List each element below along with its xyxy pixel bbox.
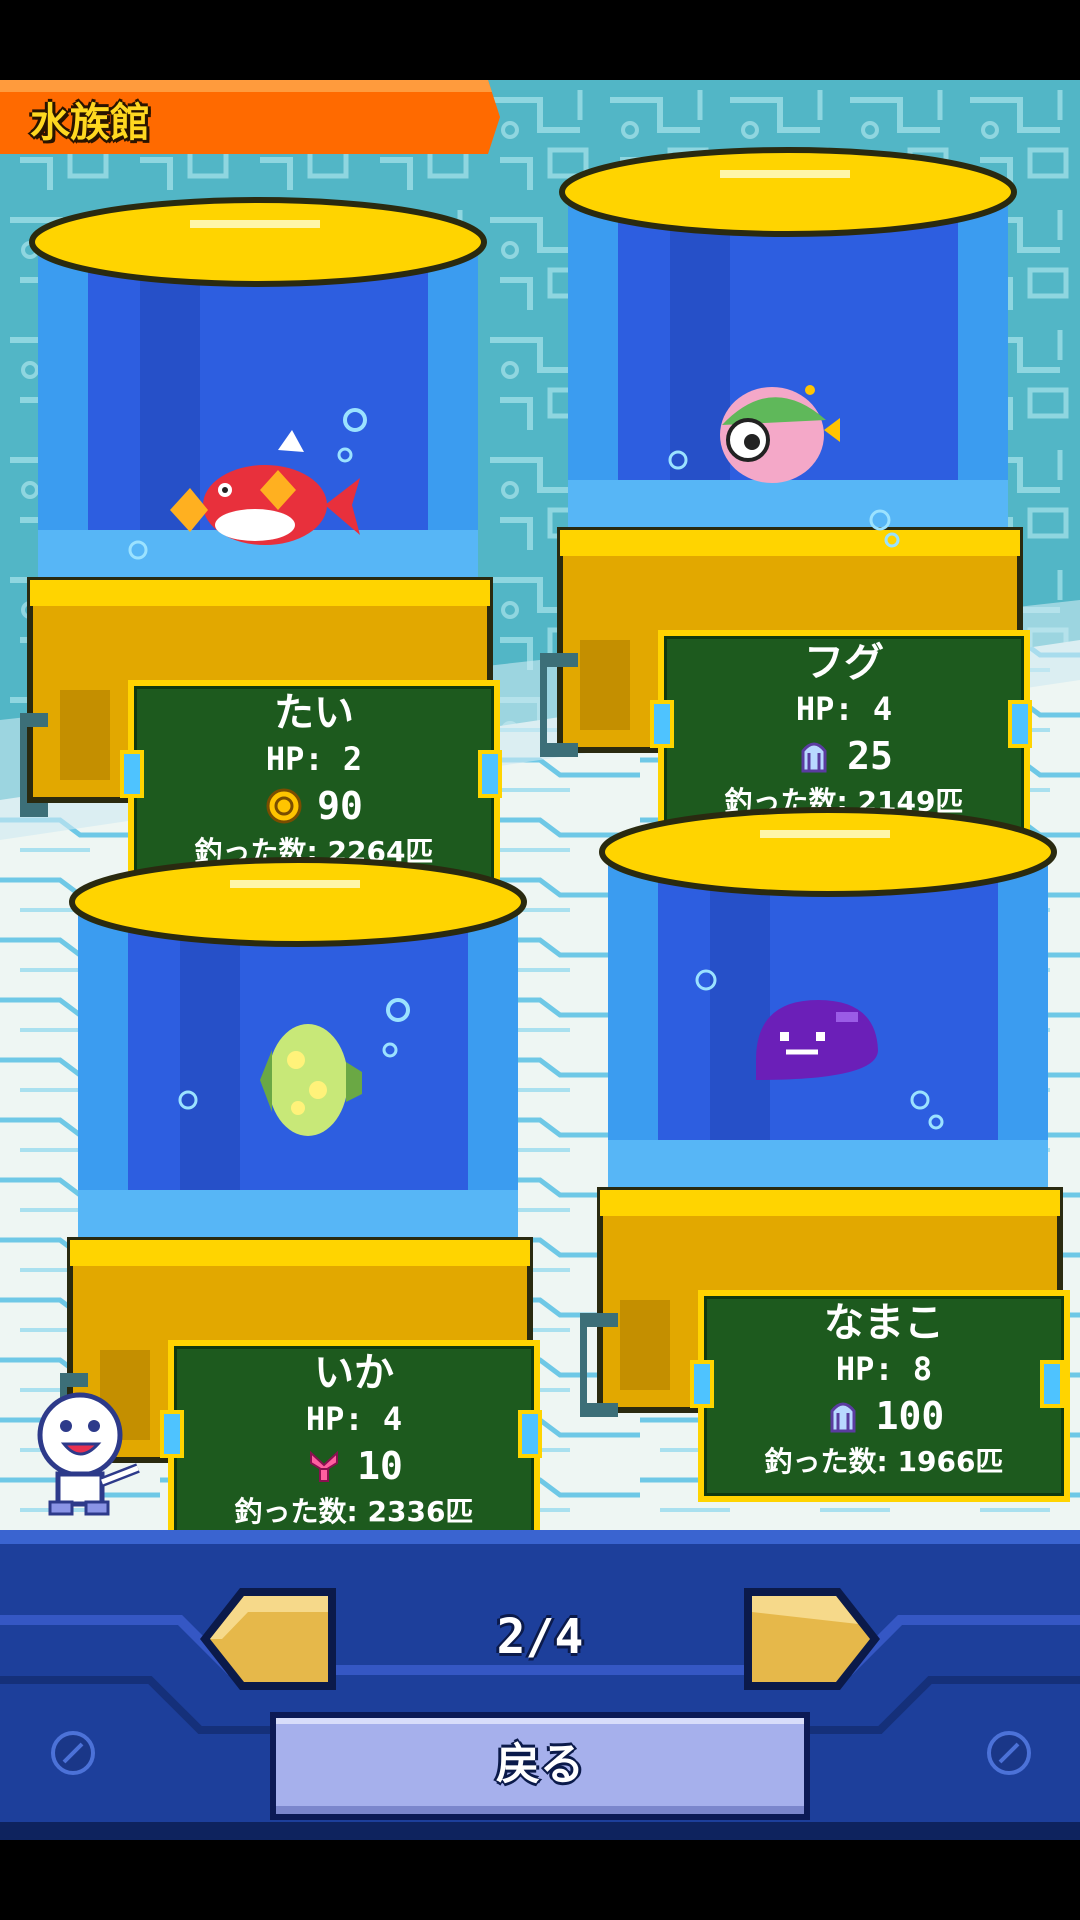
tank-fugu[interactable]: フグ HP: 4 25 釣った数: 2149匹	[540, 140, 1040, 860]
aquarium-playfield: 水族館 たい HP: 2 90 釣った数: 2264匹 フグ HP: 4 25 …	[0, 80, 1080, 1530]
reward-value: 10	[357, 1444, 403, 1488]
panel-light-right	[1040, 1360, 1064, 1408]
prev-page-button[interactable]	[200, 1584, 340, 1694]
screw-left-icon	[51, 1731, 95, 1775]
back-button[interactable]: 戻る	[270, 1712, 810, 1820]
top-letterbox	[0, 0, 1080, 80]
screen-title: 水族館	[30, 100, 150, 146]
game-screen: 水族館 たい HP: 2 90 釣った数: 2264匹 フグ HP: 4 25 …	[0, 0, 1080, 1920]
panel-light-right	[478, 750, 502, 798]
reward-value: 100	[875, 1394, 945, 1438]
fish-reward: 10	[174, 1442, 534, 1490]
fish-name: いか	[314, 1350, 394, 1396]
mascot-character-icon	[37, 1392, 140, 1516]
bottom-letterbox	[0, 1840, 1080, 1920]
panel-light-left	[120, 750, 144, 798]
panel-light-right	[1008, 700, 1032, 748]
panel-light-left	[650, 700, 674, 748]
next-page-button[interactable]	[740, 1584, 880, 1694]
caught-count: 釣った数: 1966匹	[764, 1445, 1004, 1478]
tank-info-panel: なまこ HP: 8 100 釣った数: 1966匹	[698, 1290, 1070, 1502]
tank-info-panel: いか HP: 4 10 釣った数: 2336匹	[168, 1340, 540, 1530]
screw-right-icon	[987, 1731, 1031, 1775]
reward-value: 90	[317, 784, 363, 828]
fish-hp: HP: 4	[305, 1400, 403, 1438]
fish-reward: 100	[704, 1392, 1064, 1440]
panel-light-left	[690, 1360, 714, 1408]
page-indicator: 2/4	[496, 1609, 584, 1665]
fish-name: なまこ	[824, 1300, 944, 1346]
fish-hp: HP: 8	[835, 1350, 933, 1388]
reward-value: 25	[847, 734, 893, 778]
fish-hp: HP: 2	[265, 740, 363, 778]
fish-hp: HP: 4	[795, 690, 893, 728]
panel-light-left	[160, 1410, 184, 1458]
fish-reward: 90	[134, 782, 494, 830]
panel-light-right	[518, 1410, 542, 1458]
ribbon-icon	[310, 1450, 339, 1482]
fish-name: たい	[274, 690, 354, 736]
tank-tai[interactable]: たい HP: 2 90 釣った数: 2264匹	[20, 190, 510, 910]
caught-count: 釣った数: 2336匹	[234, 1495, 474, 1528]
fish-name: フグ	[804, 640, 884, 686]
crystal-icon	[830, 1402, 856, 1433]
fish-reward: 25	[664, 732, 1024, 780]
coin-icon	[266, 788, 302, 824]
bottom-navigation: 2/4 戻る	[0, 1530, 1080, 1840]
crystal-icon	[801, 742, 827, 773]
tank-namako[interactable]: なまこ HP: 8 100 釣った数: 1966匹	[580, 800, 1070, 1520]
